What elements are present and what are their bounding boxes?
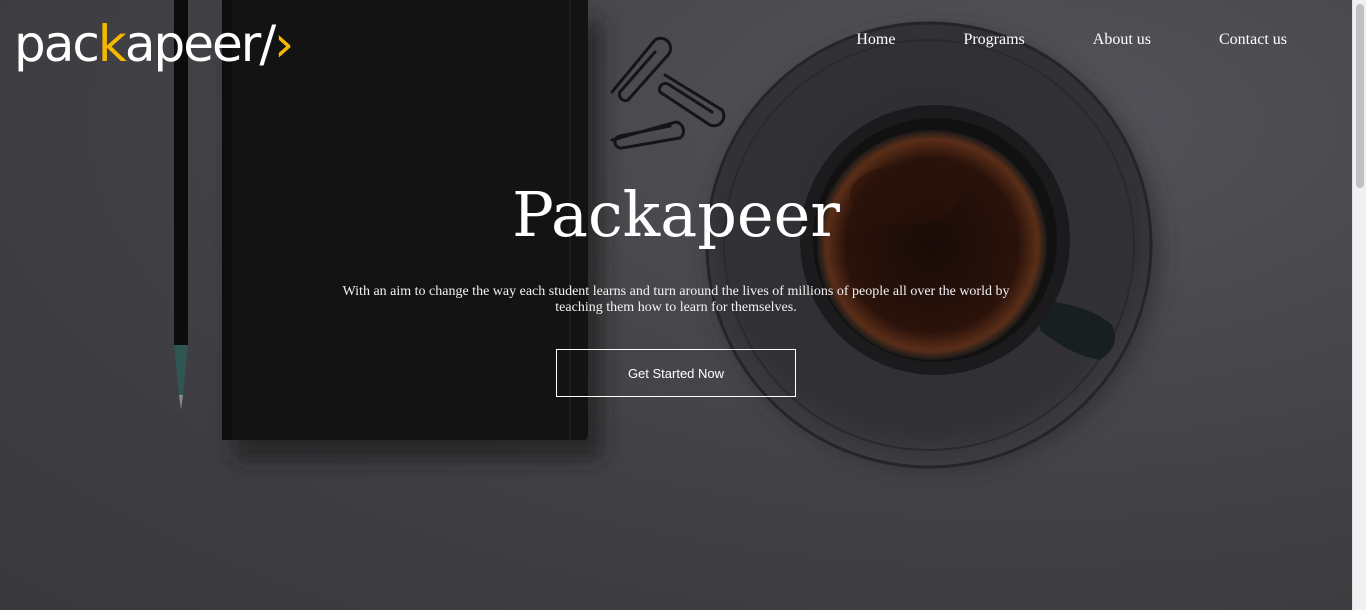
hero-description: With an aim to change the way each stude… [342,284,1010,315]
nav-link-about-us[interactable]: About us [1093,30,1151,50]
logo-text-end: apeer [124,15,261,73]
hero-section: pac k apeer / › Home Programs About us C… [0,0,1352,610]
logo-text-start: pac [14,15,100,73]
paperclip-icon [610,36,726,150]
logo-slash: / [259,15,276,73]
nav-link-programs[interactable]: Programs [963,30,1024,50]
brand-logo[interactable]: pac k apeer / › [14,14,294,74]
logo-k-accent: k [97,15,127,73]
nav-link-contact-us[interactable]: Contact us [1219,30,1287,50]
scrollbar-thumb[interactable] [1356,4,1364,188]
nav-link-home[interactable]: Home [856,30,895,50]
page-scrollbar[interactable] [1352,0,1366,610]
hero-title: Packapeer [512,178,840,251]
logo-caret-icon: › [274,15,294,73]
get-started-button[interactable]: Get Started Now [556,349,796,397]
main-nav: Home Programs About us Contact us [788,30,1287,50]
